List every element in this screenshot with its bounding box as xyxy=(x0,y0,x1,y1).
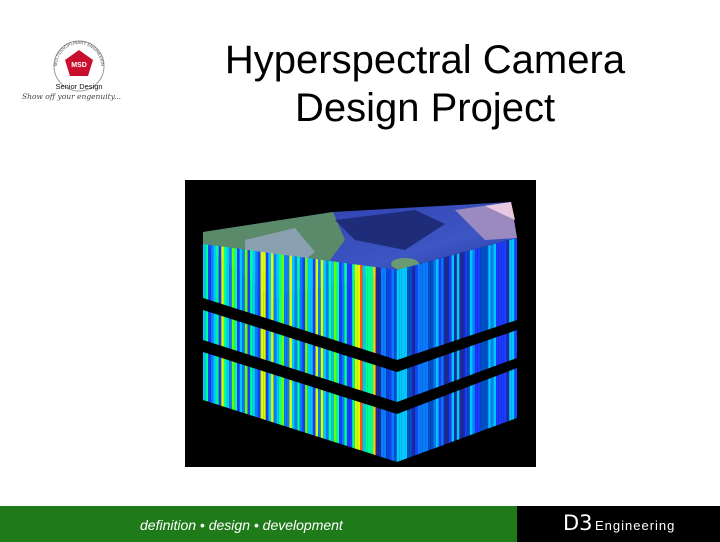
spectral-band xyxy=(213,245,217,405)
spectral-band xyxy=(237,248,240,412)
spectral-band xyxy=(257,251,261,419)
spectral-band xyxy=(307,258,311,435)
spectral-band xyxy=(216,245,219,406)
slide-title: Hyperspectral Camera Design Project xyxy=(170,36,680,132)
logo-tagline: Show off your engenuity... xyxy=(22,92,122,101)
spectral-band xyxy=(268,252,272,422)
msd-logo: MULTIDISCIPLINARY ENGINEERING AT RIT MSD… xyxy=(18,36,146,108)
spectral-band xyxy=(328,260,332,441)
spectral-band xyxy=(203,244,206,401)
spectral-band xyxy=(234,248,238,411)
spectral-band xyxy=(263,252,266,421)
footer-tagline: definition • design • development xyxy=(140,517,343,533)
spectral-band xyxy=(218,246,222,406)
spectral-band xyxy=(239,248,243,413)
spectral-band xyxy=(208,244,211,403)
spectral-band xyxy=(244,249,248,415)
logo-label: Senior Design xyxy=(55,82,102,91)
spectral-band xyxy=(299,256,303,432)
spectral-band xyxy=(291,255,295,430)
spectral-band xyxy=(273,253,277,424)
spectral-band xyxy=(276,253,279,425)
spectral-band xyxy=(310,258,313,436)
spectral-band xyxy=(210,245,214,404)
slide-title-line-2: Design Project xyxy=(294,86,556,130)
spectral-band xyxy=(320,259,324,439)
spectral-band xyxy=(231,247,235,411)
spectral-band xyxy=(297,256,300,431)
hyperspectral-cube-image xyxy=(185,180,536,467)
spectral-band xyxy=(252,250,256,417)
slide-title-line-1: Hyperspectral Camera xyxy=(224,38,626,82)
spectral-band xyxy=(289,255,292,429)
spectral-band xyxy=(260,251,264,420)
spectral-band xyxy=(305,257,308,434)
spectral-band xyxy=(294,256,298,431)
spectral-band xyxy=(250,250,253,416)
spectral-band xyxy=(284,254,287,427)
d3-engineering-brand: D3 Engineering xyxy=(517,506,720,542)
spectral-band xyxy=(318,259,321,438)
spectral-band xyxy=(221,246,224,407)
spectral-band xyxy=(312,258,316,436)
spectral-band xyxy=(242,249,245,414)
footer-bar: definition • design • development D3 Eng… xyxy=(0,504,720,542)
spectral-band xyxy=(226,247,230,409)
brand-mark: D3 xyxy=(563,511,593,535)
spectral-band xyxy=(278,254,282,426)
logo-emblem-center: MSD xyxy=(71,62,87,69)
spectral-band xyxy=(302,257,306,433)
spectral-band xyxy=(325,260,329,441)
spectral-band xyxy=(271,253,274,423)
spectral-band xyxy=(281,254,285,426)
spectral-band xyxy=(229,247,232,410)
spectral-band xyxy=(286,255,290,428)
spectral-band xyxy=(255,251,258,418)
spectral-band xyxy=(265,252,269,421)
spectral-band xyxy=(323,260,326,440)
spectral-band xyxy=(205,244,209,402)
brand-word: Engineering xyxy=(595,518,676,533)
spectral-band xyxy=(223,246,227,408)
spectral-band xyxy=(247,249,251,416)
spectral-band xyxy=(315,259,319,437)
